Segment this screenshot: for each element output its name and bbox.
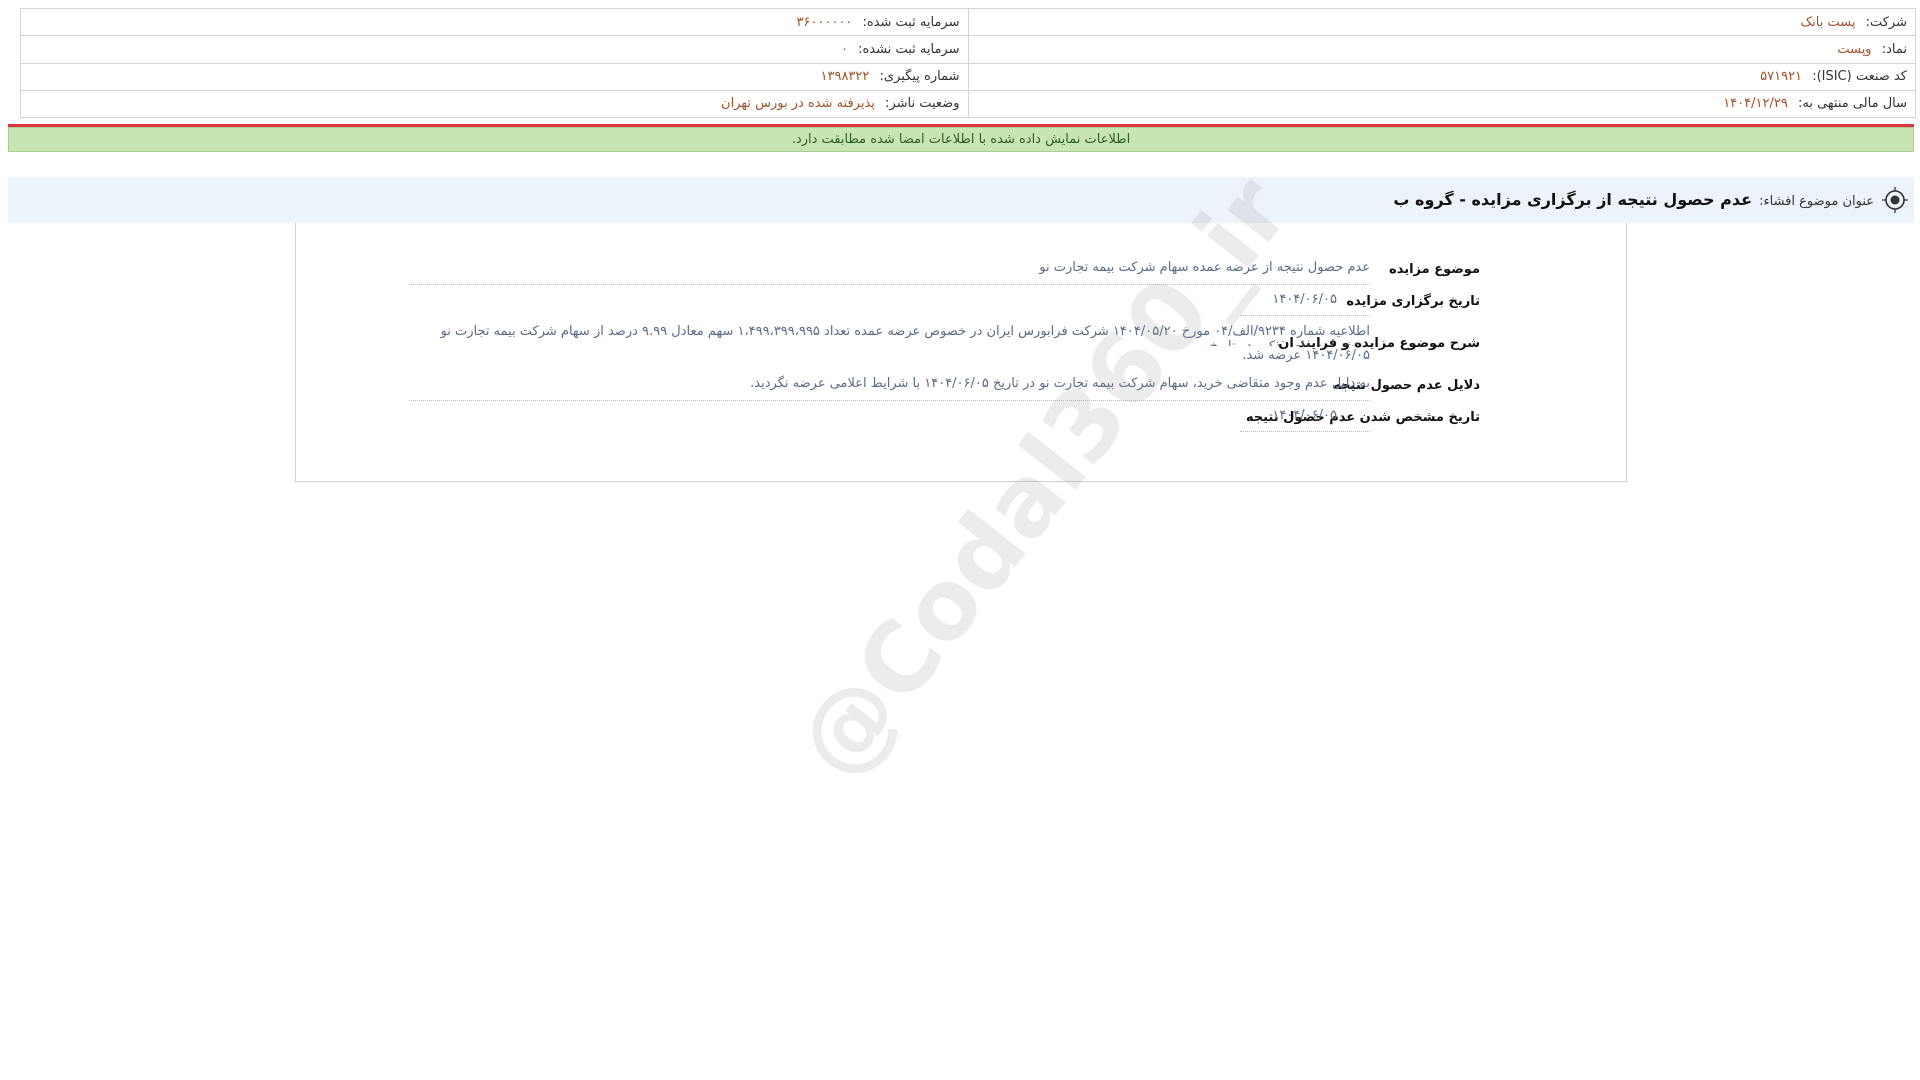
publisher-status-value: پذیرفته شده در بورس تهران [721, 96, 875, 112]
unregistered-capital-cell: سرمایه ثبت نشده: ۰ [20, 35, 969, 64]
fiscal-year-label: سال مالی منتهی به: [1797, 96, 1907, 112]
registered-capital-cell: سرمایه ثبت شده: ۳۶۰۰۰۰۰۰ [20, 7, 969, 37]
disclosure-title-label: عنوان موضوع افشاء: [1759, 194, 1874, 209]
tracking-value: ۱۳۹۸۳۲۲ [820, 69, 870, 85]
tracking-cell: شماره پیگیری: ۱۳۹۸۳۲۲ [20, 62, 969, 91]
signature-match-banner: اطلاعات نمایش داده شده با اطلاعات امضا ش… [8, 127, 1914, 152]
symbol-label: نماد: [1881, 41, 1907, 57]
registered-capital-value: ۳۶۰۰۰۰۰۰ [796, 14, 853, 30]
isic-label: کد صنعت (ISIC): [1812, 69, 1907, 85]
company-value: پست بانک [1800, 14, 1856, 30]
registered-capital-label: سرمایه ثبت شده: [862, 14, 960, 30]
disclosure-title-bar: عنوان موضوع افشاء: عدم حصول نتیجه از برگ… [8, 177, 1914, 223]
isic-cell: کد صنعت (ISIC): ۵۷۱۹۲۱ [967, 62, 1916, 91]
company-label: شرکت: [1865, 14, 1907, 30]
publisher-status-cell: وضعیت ناشر: پذیرفته شده در بورس تهران [20, 89, 969, 119]
unregistered-capital-label: سرمایه ثبت نشده: [858, 41, 960, 57]
fiscal-year-value: ۱۴۰۴/۱۲/۲۹ [1723, 96, 1788, 112]
target-icon [1882, 187, 1908, 213]
unregistered-capital-value: ۰ [840, 41, 848, 57]
failure-reasons-value: به دلیل عدم وجود متقاضی خرید، سهام شرکت … [409, 376, 1370, 401]
publisher-status-label: وضعیت ناشر: [885, 96, 960, 112]
fiscal-year-cell: سال مالی منتهی به: ۱۴۰۴/۱۲/۲۹ [967, 89, 1916, 119]
company-cell: شرکت: پست بانک [967, 7, 1916, 37]
auction-description-line1: اطلاعیه شماره ۹۲۳۴/الف/۰۴ مورخ ۱۴۰۴/۰۵/۲… [440, 324, 1370, 346]
symbol-value: وپست [1837, 41, 1872, 57]
auction-subject-value: عدم حصول نتیجه از عرضه عمده سهام شرکت بی… [409, 260, 1370, 285]
isic-value: ۵۷۱۹۲۱ [1760, 69, 1803, 85]
company-info-table: شرکت: پست بانک سرمایه ثبت شده: ۳۶۰۰۰۰۰۰ … [20, 7, 1916, 119]
tracking-label: شماره پیگیری: [879, 69, 960, 85]
auction-description-line2: ۱۴۰۴/۰۶/۰۵ عرضه شد. [1242, 348, 1370, 363]
result-date-value: ۱۴۰۴/۰۶/۰۵ [1240, 408, 1370, 432]
auction-date-value: ۱۴۰۴/۰۶/۰۵ [1240, 292, 1370, 316]
auction-subject-label: موضوع مزایده [1389, 262, 1480, 277]
disclosure-title: عدم حصول نتیجه از برگزاری مزایده - گروه … [1393, 190, 1753, 209]
symbol-cell: نماد: وپست [967, 35, 1916, 64]
